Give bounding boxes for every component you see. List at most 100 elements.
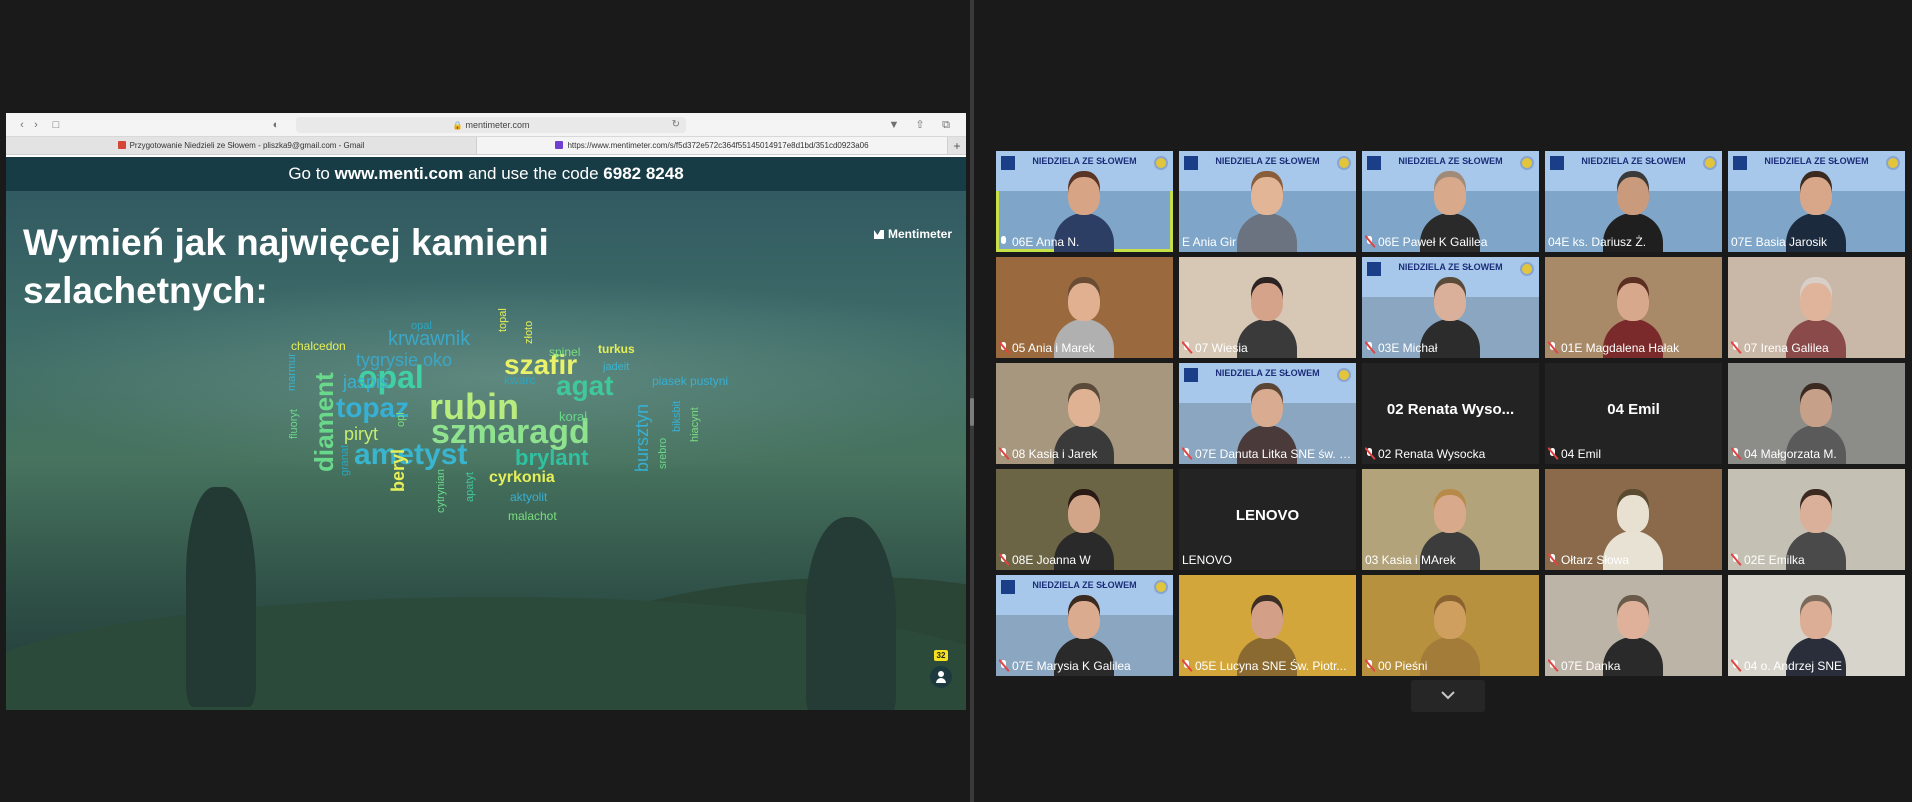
participant-name: 04 Emil [1561, 447, 1602, 461]
share-icon[interactable]: ⇧ [912, 117, 928, 133]
participant-name-label: 02E Emilka [1731, 553, 1902, 567]
participant-tile[interactable]: 01E Magdalena Hałak [1545, 257, 1722, 358]
sun-emblem-icon [1154, 580, 1168, 594]
muted-mic-icon [1731, 554, 1740, 565]
tab-mentimeter[interactable]: https://www.mentimeter.com/s/f5d372e572c… [477, 137, 948, 154]
privacy-shield-icon[interactable]: ◐ [268, 117, 284, 133]
reload-icon[interactable]: ↻ [672, 117, 680, 133]
tab-label: Przygotowanie Niedzieli ze Słowem - plis… [129, 141, 365, 150]
muted-mic-icon [1182, 342, 1191, 353]
participant-name: 04 o. Andrzej SNE [1744, 659, 1843, 673]
tab-gmail[interactable]: Przygotowanie Niedzieli ze Słowem - plis… [6, 137, 477, 154]
participant-tile[interactable]: 05E Lucyna SNE Św. Piotr... [1179, 575, 1356, 676]
participant-tile[interactable]: NIEDZIELA ZE SŁOWEM E Ania Gir [1179, 151, 1356, 252]
banner-text: NIEDZIELA ZE SŁOWEM [1398, 262, 1503, 272]
word-cloud-word: biksbit [671, 400, 683, 432]
participant-tile[interactable]: 05 Ania i Marek [996, 257, 1173, 358]
word-cloud-word: chalcedon [291, 339, 346, 353]
participant-display-name: LENOVO [1235, 507, 1300, 524]
participant-name-label: 07 Irena Galilea [1731, 341, 1902, 355]
participant-tile[interactable]: NIEDZIELA ZE SŁOWEM 04E ks. Dariusz Ż. [1545, 151, 1722, 252]
participant-name-label: Ołtarz Słowa [1548, 553, 1719, 567]
participant-tile[interactable]: NIEDZIELA ZE SŁOWEM 06E Paweł K Galilea [1362, 151, 1539, 252]
participant-name-label: 04E ks. Dariusz Ż. [1548, 235, 1719, 249]
word-cloud-word: piasek pustyni [652, 374, 729, 388]
participant-tile[interactable]: 07E Danka [1545, 575, 1722, 676]
participant-tile[interactable]: NIEDZIELA ZE SŁOWEM 07E Basia Jarosik [1728, 151, 1905, 252]
word-cloud-word: brylant [515, 445, 589, 470]
participant-name-label: 07 Wiesia [1182, 341, 1353, 355]
word-cloud-word: granat [339, 444, 351, 476]
muted-mic-icon [1548, 554, 1557, 565]
participant-tile[interactable]: 02 Renata Wyso... 02 Renata Wysocka [1362, 363, 1539, 464]
banner-text: NIEDZIELA ZE SŁOWEM [1215, 368, 1320, 378]
participant-name-label: 08E Joanna W [999, 553, 1170, 567]
shared-screen-pane: ‹ › □ ◐ 🔒 mentimeter.com ↻ ▼ ⇧ ⧉ Przygoto… [0, 0, 970, 802]
banner-text: NIEDZIELA ZE SŁOWEM [1032, 580, 1137, 590]
participant-display-name: 02 Renata Wyso... [1386, 401, 1515, 418]
participant-tile[interactable]: Ołtarz Słowa [1545, 469, 1722, 570]
word-cloud-word: topal [497, 308, 509, 332]
word-cloud-word: spinel [549, 345, 581, 359]
participant-tile[interactable]: 04 o. Andrzej SNE [1728, 575, 1905, 676]
participant-name: 06E Paweł K Galilea [1378, 235, 1488, 249]
participant-name-label: 01E Magdalena Hałak [1548, 341, 1719, 355]
word-cloud-word: cytrynian [435, 468, 447, 513]
participant-tile[interactable]: 08E Joanna W [996, 469, 1173, 570]
participant-name-label: 07E Danuta Litka SNE św. Ka... [1182, 447, 1353, 461]
muted-mic-icon [1365, 660, 1374, 671]
word-cloud-word: turkus [598, 342, 635, 356]
muted-mic-icon [1731, 660, 1740, 671]
tab-bar: Przygotowanie Niedzieli ze Słowem - plis… [6, 137, 966, 155]
participant-tile[interactable]: NIEDZIELA ZE SŁOWEM 06E Anna N. [996, 151, 1173, 252]
participant-name: 03E Michał [1378, 341, 1438, 355]
gallery-next-page-button[interactable] [1411, 680, 1485, 712]
participant-name-label: 05E Lucyna SNE Św. Piotr... [1182, 659, 1353, 673]
participant-tile[interactable]: NIEDZIELA ZE SŁOWEM 07E Danuta Litka SNE … [1179, 363, 1356, 464]
person-icon [930, 666, 952, 688]
forward-icon[interactable]: › [28, 117, 44, 133]
sun-emblem-icon [1703, 156, 1717, 170]
participant-tile[interactable]: 04 Małgorzata M. [1728, 363, 1905, 464]
address-bar[interactable]: 🔒 mentimeter.com ↻ [296, 117, 686, 133]
word-cloud-word: hiacynt [689, 407, 701, 442]
participant-tile[interactable]: NIEDZIELA ZE SŁOWEM 03E Michał [1362, 257, 1539, 358]
word-cloud-word: bursztyn [632, 403, 652, 472]
word-cloud-word: piryt [344, 424, 379, 444]
participant-tile[interactable]: LENOVO LENOVO [1179, 469, 1356, 570]
participant-tile[interactable]: 00 Pieśni [1362, 575, 1539, 676]
splitter-grip[interactable] [970, 398, 974, 426]
word-cloud-word: diament [309, 372, 339, 472]
new-tab-button[interactable]: + [948, 137, 966, 154]
participant-name: 05E Lucyna SNE Św. Piotr... [1195, 659, 1347, 673]
word-cloud-word: agat [556, 370, 614, 401]
participant-name: LENOVO [1182, 553, 1233, 567]
participant-name: 07 Irena Galilea [1744, 341, 1829, 355]
word-cloud-word: apatyt [464, 472, 476, 502]
participant-tile[interactable]: NIEDZIELA ZE SŁOWEM 07E Marysia K Galilea [996, 575, 1173, 676]
participant-name: 04E ks. Dariusz Ż. [1548, 235, 1647, 249]
download-icon[interactable]: ▼ [886, 117, 902, 133]
sidebar-icon[interactable]: □ [48, 117, 64, 133]
participant-tile[interactable]: 08 Kasia i Jarek [996, 363, 1173, 464]
chevron-down-icon [1441, 691, 1455, 700]
muted-mic-icon [1182, 448, 1191, 459]
participant-name-label: 06E Anna N. [999, 235, 1170, 249]
muted-mic-icon [999, 554, 1008, 565]
participant-name: 06E Anna N. [1012, 235, 1080, 249]
participant-tile[interactable]: 02E Emilka [1728, 469, 1905, 570]
word-cloud-word: srebro [657, 437, 669, 469]
participant-name-label: E Ania Gir [1182, 235, 1353, 249]
participant-tile[interactable]: 04 Emil 04 Emil [1545, 363, 1722, 464]
participant-name: 07E Danuta Litka SNE św. Ka... [1195, 447, 1353, 461]
pane-splitter[interactable] [970, 0, 974, 802]
participant-tile[interactable]: 07 Wiesia [1179, 257, 1356, 358]
sun-emblem-icon [1154, 156, 1168, 170]
participant-tile[interactable]: 03 Kasia i MArek [1362, 469, 1539, 570]
tabs-overview-icon[interactable]: ⧉ [938, 117, 954, 133]
word-cloud-word: beryl [388, 448, 408, 492]
muted-mic-icon [1548, 342, 1557, 353]
participant-name: 07E Marysia K Galilea [1012, 659, 1131, 673]
participant-name: 08E Joanna W [1012, 553, 1091, 567]
participant-tile[interactable]: 07 Irena Galilea [1728, 257, 1905, 358]
